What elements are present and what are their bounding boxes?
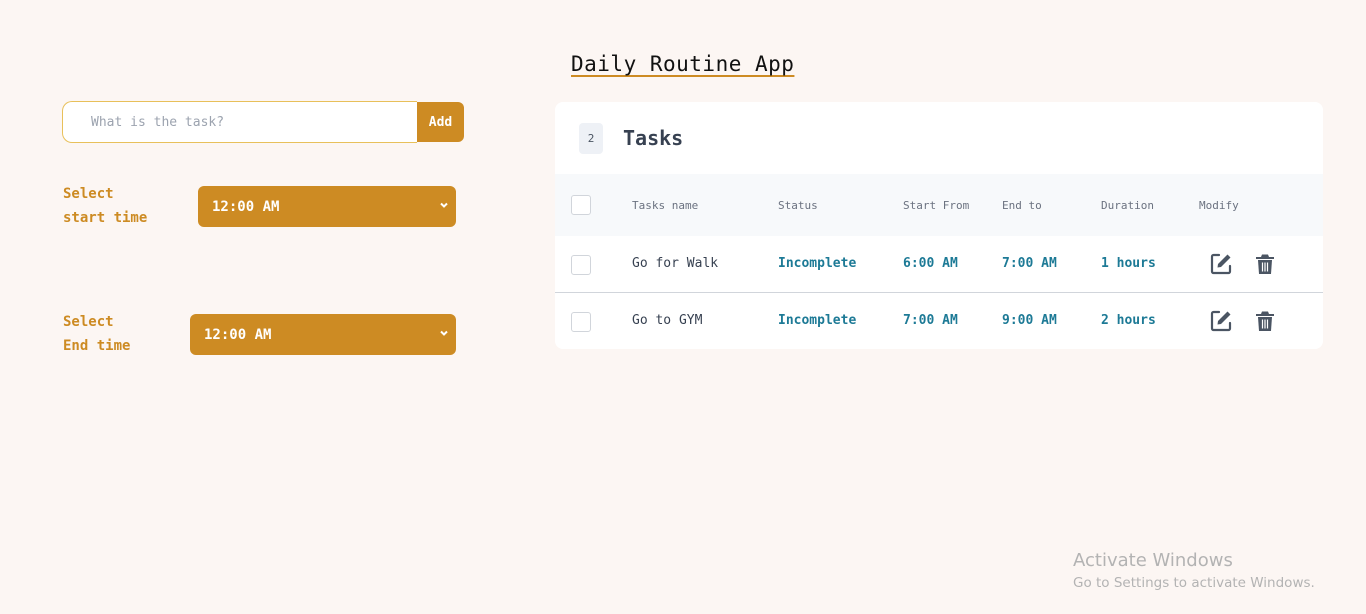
add-button[interactable]: Add xyxy=(417,102,464,142)
header-duration: Duration xyxy=(1101,199,1154,212)
chevron-down-icon xyxy=(440,202,448,208)
task-form: Add xyxy=(62,101,464,143)
tasks-card: 2 Tasks Tasks name Status Start From End… xyxy=(555,102,1323,349)
task-status: Incomplete xyxy=(778,313,857,328)
task-status: Incomplete xyxy=(778,256,857,271)
trash-icon[interactable] xyxy=(1253,252,1277,276)
table-row: Go for Walk Incomplete 6:00 AM 7:00 AM 1… xyxy=(555,236,1323,293)
row-checkbox[interactable] xyxy=(571,255,591,275)
start-time-label: Select start time xyxy=(63,186,148,226)
table-header: Tasks name Status Start From End to Dura… xyxy=(555,174,1323,236)
end-time-value: 12:00 AM xyxy=(204,326,272,343)
task-name: Go to GYM xyxy=(632,313,703,328)
header-status: Status xyxy=(778,199,818,212)
header-task-name: Tasks name xyxy=(632,199,699,212)
select-all-checkbox[interactable] xyxy=(571,195,591,215)
task-duration: 1 hours xyxy=(1101,256,1156,271)
task-end: 9:00 AM xyxy=(1002,313,1057,328)
trash-icon[interactable] xyxy=(1253,309,1277,333)
task-end: 7:00 AM xyxy=(1002,256,1057,271)
task-count-badge: 2 xyxy=(579,122,603,154)
task-input[interactable] xyxy=(62,101,417,143)
task-duration: 2 hours xyxy=(1101,313,1156,328)
task-start: 7:00 AM xyxy=(903,313,958,328)
watermark-subtitle: Go to Settings to activate Windows. xyxy=(1073,575,1315,591)
app-title: Daily Routine App xyxy=(571,52,795,76)
end-time-label: Select End time xyxy=(63,314,131,354)
header-start: Start From xyxy=(903,199,970,212)
end-time-select[interactable]: 12:00 AM xyxy=(190,314,456,355)
task-name: Go for Walk xyxy=(632,256,719,271)
tasks-title: Tasks xyxy=(623,126,684,150)
start-time-value: 12:00 AM xyxy=(212,198,280,215)
start-time-select[interactable]: 12:00 AM xyxy=(198,186,456,227)
task-start: 6:00 AM xyxy=(903,256,958,271)
edit-icon[interactable] xyxy=(1209,309,1233,333)
chevron-down-icon xyxy=(440,330,448,336)
edit-icon[interactable] xyxy=(1209,252,1233,276)
activate-windows-watermark: Activate Windows Go to Settings to activ… xyxy=(1073,550,1315,591)
row-checkbox[interactable] xyxy=(571,312,591,332)
watermark-title: Activate Windows xyxy=(1073,550,1233,571)
header-end: End to xyxy=(1002,199,1042,212)
header-modify: Modify xyxy=(1199,199,1239,212)
table-row: Go to GYM Incomplete 7:00 AM 9:00 AM 2 h… xyxy=(555,293,1323,349)
tasks-header: 2 Tasks xyxy=(555,102,1323,174)
